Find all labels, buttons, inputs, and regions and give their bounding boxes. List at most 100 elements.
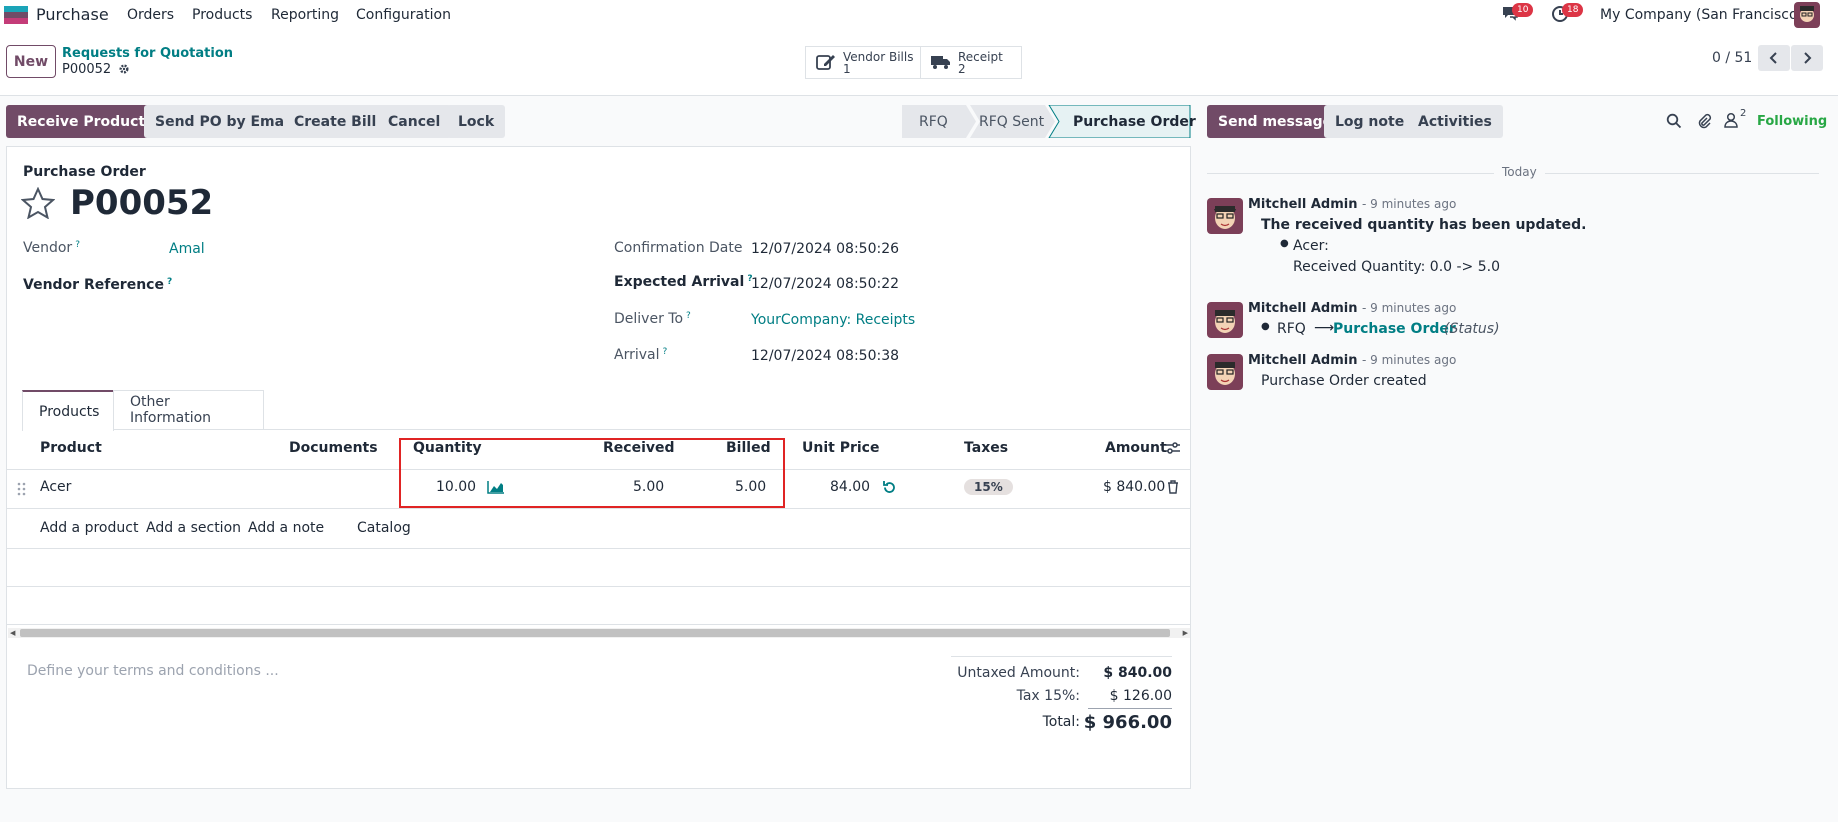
col-amount[interactable]: Amount	[1105, 440, 1167, 456]
top-navbar: Purchase Orders Products Reporting Confi…	[0, 0, 1838, 30]
log-note-button[interactable]: Log note	[1324, 105, 1416, 138]
paperclip-icon[interactable]	[1696, 112, 1712, 134]
col-unit-price[interactable]: Unit Price	[802, 440, 879, 456]
stage-rfq-sent[interactable]: RFQ Sent	[979, 105, 1044, 138]
bullet: ●	[1261, 321, 1270, 332]
vendor-help-mark[interactable]: ?	[75, 240, 80, 250]
app-name[interactable]: Purchase	[36, 5, 109, 24]
col-taxes[interactable]: Taxes	[964, 440, 1008, 456]
pager-value[interactable]: 0 / 51	[1712, 50, 1752, 66]
trash-icon[interactable]	[1167, 480, 1179, 498]
tab-other-information[interactable]: Other Information	[113, 390, 264, 430]
add-product-link[interactable]: Add a product	[40, 520, 138, 536]
optional-columns-icon[interactable]	[1165, 441, 1181, 459]
vendor-bills-count: 1	[843, 61, 851, 76]
drag-handle-icon[interactable]	[17, 482, 27, 500]
menu-products[interactable]: Products	[192, 7, 252, 23]
followers-count: 2	[1740, 108, 1747, 119]
arrival-help-mark[interactable]: ?	[663, 347, 668, 357]
menu-orders[interactable]: Orders	[127, 7, 174, 23]
vendor-reference-input[interactable]	[169, 274, 589, 296]
company-switcher[interactable]: My Company (San Francisco)	[1600, 7, 1803, 23]
col-product[interactable]: Product	[40, 440, 102, 456]
arrival-value: 12/07/2024 08:50:38	[751, 348, 900, 364]
deliver-to-help-mark[interactable]: ?	[686, 311, 691, 321]
tax-badge[interactable]: 15%	[964, 479, 1013, 495]
vendor-bills-smart-button[interactable]: Vendor Bills 1	[805, 46, 921, 79]
stage-purchase-order[interactable]: Purchase Order	[1073, 105, 1196, 138]
record-name: P00052	[70, 183, 214, 223]
pager-next-button[interactable]	[1791, 45, 1823, 71]
tracking-old-value: RFQ	[1277, 321, 1306, 337]
vendor-label-text: Vendor	[23, 240, 73, 256]
message-title: The received quantity has been updated.	[1261, 217, 1587, 233]
tax-label: Tax 15%:	[1016, 688, 1080, 704]
horizontal-scrollbar[interactable]: ◀ ▶	[8, 628, 1190, 638]
scroll-left-arrow-icon[interactable]: ◀	[10, 629, 15, 637]
purchase-app-icon[interactable]	[4, 6, 28, 24]
star-icon[interactable]	[20, 186, 56, 223]
scrollbar-thumb[interactable]	[20, 629, 1170, 637]
create-bill-button[interactable]: Create Bill	[283, 105, 388, 138]
table-row[interactable]	[6, 470, 1191, 508]
send-message-button[interactable]: Send message	[1207, 105, 1344, 138]
activities-button[interactable]: Activities	[1407, 105, 1503, 138]
receipt-smart-button[interactable]: Receipt 2	[920, 46, 1022, 79]
deliver-to-field[interactable]: YourCompany: Receipts	[751, 312, 915, 328]
form-type-label: Purchase Order	[23, 164, 146, 180]
following-button[interactable]: Following	[1757, 113, 1827, 129]
col-quantity[interactable]: Quantity	[413, 440, 482, 456]
avatar[interactable]	[1207, 198, 1243, 234]
user-avatar[interactable]	[1794, 2, 1820, 28]
menu-configuration[interactable]: Configuration	[356, 7, 451, 23]
search-icon[interactable]	[1666, 113, 1682, 133]
menu-reporting[interactable]: Reporting	[271, 7, 339, 23]
receipt-count: 2	[958, 61, 966, 76]
scroll-right-arrow-icon[interactable]: ▶	[1183, 629, 1188, 637]
gear-icon[interactable]	[118, 63, 130, 79]
col-billed[interactable]: Billed	[726, 440, 771, 456]
message-author-name: Mitchell Admin	[1248, 197, 1358, 212]
table-divider	[6, 548, 1191, 549]
message-author[interactable]: Mitchell Admin - 9 minutes ago	[1248, 301, 1456, 316]
chevron-right-icon	[1804, 52, 1812, 64]
control-panel: New Requests for Quotation P00052 Vendor…	[0, 30, 1838, 96]
vendor-label: Vendor?	[23, 240, 80, 256]
lock-button[interactable]: Lock	[447, 105, 506, 138]
followers-icon[interactable]	[1724, 112, 1738, 132]
catalog-link[interactable]: Catalog	[357, 520, 411, 536]
forecast-chart-icon[interactable]	[487, 480, 505, 498]
vendor-bills-label: Vendor Bills	[843, 49, 914, 64]
pager-previous-button[interactable]	[1758, 45, 1790, 71]
row-received[interactable]: 5.00	[633, 479, 664, 495]
terms-input[interactable]: Define your terms and conditions ...	[27, 663, 279, 679]
receive-products-button[interactable]: Receive Products	[6, 105, 165, 138]
message-author-name: Mitchell Admin	[1248, 301, 1358, 316]
add-section-link[interactable]: Add a section	[146, 520, 241, 536]
message-author[interactable]: Mitchell Admin - 9 minutes ago	[1248, 197, 1456, 212]
avatar[interactable]	[1207, 302, 1243, 338]
reset-price-icon[interactable]	[882, 480, 897, 499]
breadcrumb-parent[interactable]: Requests for Quotation	[62, 46, 233, 61]
message-body: Purchase Order created	[1261, 373, 1427, 389]
row-unit-price[interactable]: 84.00	[830, 479, 870, 495]
col-received[interactable]: Received	[603, 440, 675, 456]
avatar[interactable]	[1207, 354, 1243, 390]
untaxed-amount-label: Untaxed Amount:	[957, 665, 1080, 681]
expected-arrival-field[interactable]: 12/07/2024 08:50:22	[751, 276, 899, 292]
truck-icon	[931, 54, 951, 72]
tracking-new-value: Purchase Order	[1333, 321, 1456, 337]
untaxed-amount-value: $ 840.00	[1103, 665, 1172, 681]
cancel-button[interactable]: Cancel	[377, 105, 452, 138]
new-button[interactable]: New	[6, 45, 56, 78]
add-note-link[interactable]: Add a note	[248, 520, 324, 536]
message-author[interactable]: Mitchell Admin - 9 minutes ago	[1248, 353, 1456, 368]
row-quantity[interactable]: 10.00	[436, 479, 476, 495]
vendor-field[interactable]: Amal	[169, 241, 205, 257]
tab-products[interactable]: Products	[22, 390, 114, 431]
send-po-email-button[interactable]: Send PO by Email	[144, 105, 305, 138]
row-product[interactable]: Acer	[40, 479, 71, 495]
col-documents[interactable]: Documents	[289, 440, 378, 456]
bullet: ●	[1280, 238, 1289, 249]
stage-rfq[interactable]: RFQ	[919, 105, 948, 138]
